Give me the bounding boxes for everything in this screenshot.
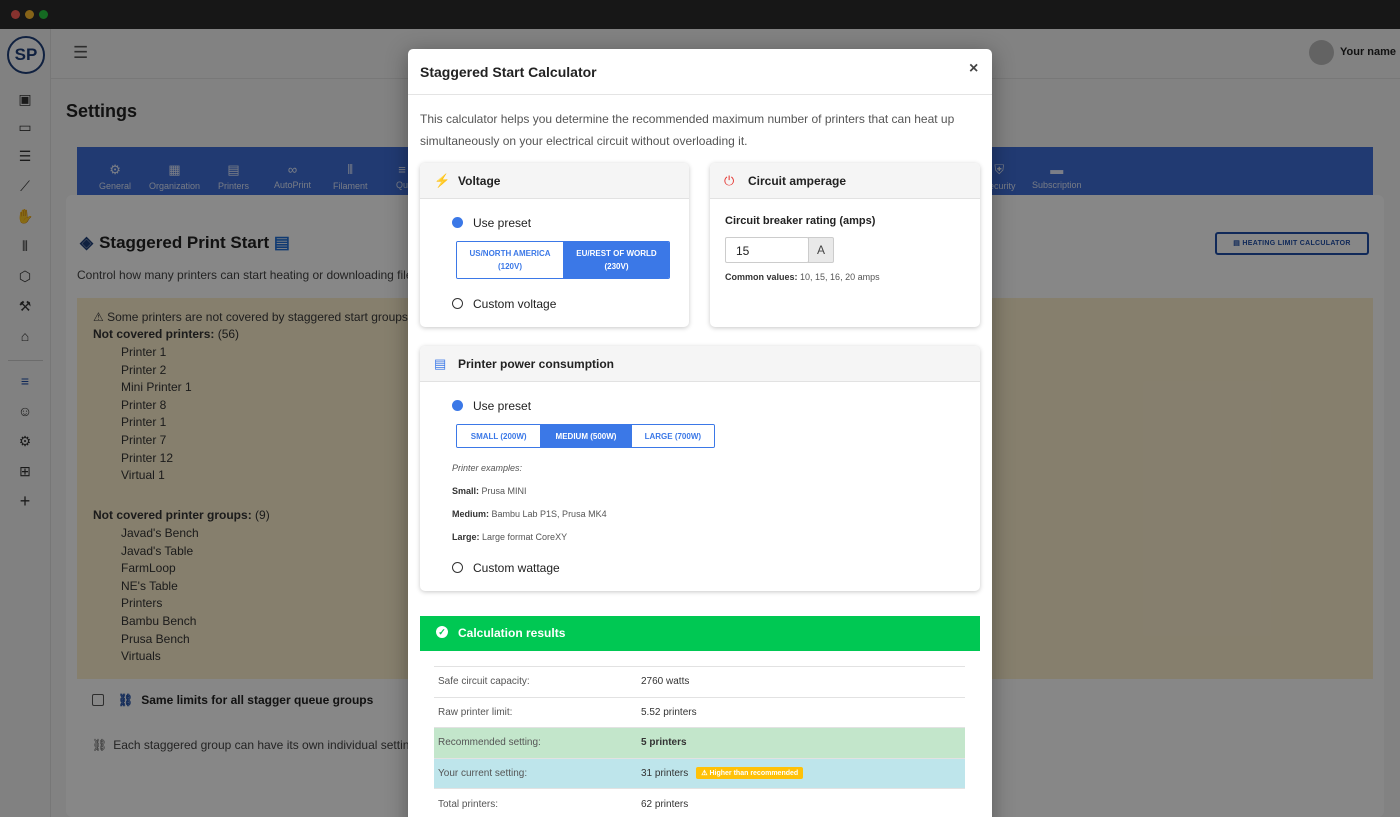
power-preset-group: SMALL (200W) MEDIUM (500W) LARGE (700W)	[456, 424, 715, 448]
table-row: Safe circuit capacity: 2760 watts	[434, 666, 965, 698]
voltage-preset-group: US/NORTH AMERICA (120V) EU/REST OF WORLD…	[456, 241, 670, 279]
voltage-us-button[interactable]: US/NORTH AMERICA (120V)	[457, 242, 563, 278]
table-row: Recommended setting: 5 printers	[434, 727, 965, 758]
bolt-icon: ⚡	[434, 173, 451, 188]
plug-icon: ⏻	[724, 173, 735, 188]
example-small: Small: Prusa MINI	[452, 486, 527, 496]
common-values-note: Common values: 10, 15, 16, 20 amps	[725, 272, 880, 282]
table-row: Your current setting: 31 printers ⚠ Highe…	[434, 758, 965, 789]
table-row: Total printers: 62 printers	[434, 788, 965, 817]
results-title: Calculation results	[458, 626, 566, 640]
status-badge: ⚠ Higher than recommended	[696, 767, 804, 780]
power-medium-button[interactable]: MEDIUM (500W)	[540, 425, 631, 447]
custom-wattage-radio[interactable]: Custom wattage	[452, 561, 560, 575]
check-circle-icon: ✓	[436, 626, 448, 638]
modal-description: This calculator helps you determine the …	[420, 112, 955, 148]
printer-icon: ▤	[434, 356, 447, 371]
custom-voltage-radio[interactable]: Custom voltage	[452, 297, 556, 311]
power-panel-header: ▤ Printer power consumption	[420, 346, 980, 382]
voltage-eu-button[interactable]: EU/REST OF WORLD (230V)	[563, 242, 669, 278]
example-large: Large: Large format CoreXY	[452, 532, 568, 542]
amperage-panel: ⏻ Circuit amperage Circuit breaker ratin…	[710, 163, 980, 327]
amperage-panel-header: ⏻ Circuit amperage	[710, 163, 980, 199]
example-medium: Medium: Bambu Lab P1S, Prusa MK4	[452, 509, 607, 519]
amperage-input[interactable]: 15	[725, 237, 809, 263]
results-header: ✓ Calculation results	[420, 616, 980, 651]
results-table: Safe circuit capacity: 2760 watts Raw pr…	[434, 666, 965, 817]
printer-examples-label: Printer examples:	[452, 463, 523, 473]
modal-title: Staggered Start Calculator	[420, 64, 597, 80]
close-icon[interactable]: ×	[969, 60, 978, 78]
amperage-title: Circuit amperage	[748, 174, 847, 188]
voltage-panel: ⚡ Voltage Use preset US/NORTH AMERICA (1…	[420, 163, 689, 327]
breaker-label: Circuit breaker rating (amps)	[725, 215, 876, 227]
power-large-button[interactable]: LARGE (700W)	[630, 425, 714, 447]
voltage-title: Voltage	[458, 174, 501, 188]
staggered-start-calculator-modal: Staggered Start Calculator × This calcul…	[408, 49, 992, 817]
power-small-button[interactable]: SMALL (200W)	[457, 425, 541, 447]
power-title: Printer power consumption	[458, 357, 615, 371]
modal-header: Staggered Start Calculator ×	[408, 49, 992, 95]
power-panel: ▤ Printer power consumption Use preset S…	[420, 346, 980, 591]
voltage-panel-header: ⚡ Voltage	[420, 163, 689, 199]
power-preset-radio[interactable]: Use preset	[452, 399, 531, 413]
voltage-preset-radio[interactable]: Use preset	[452, 216, 531, 230]
amperage-unit: A	[808, 237, 834, 263]
table-row: Raw printer limit: 5.52 printers	[434, 697, 965, 728]
